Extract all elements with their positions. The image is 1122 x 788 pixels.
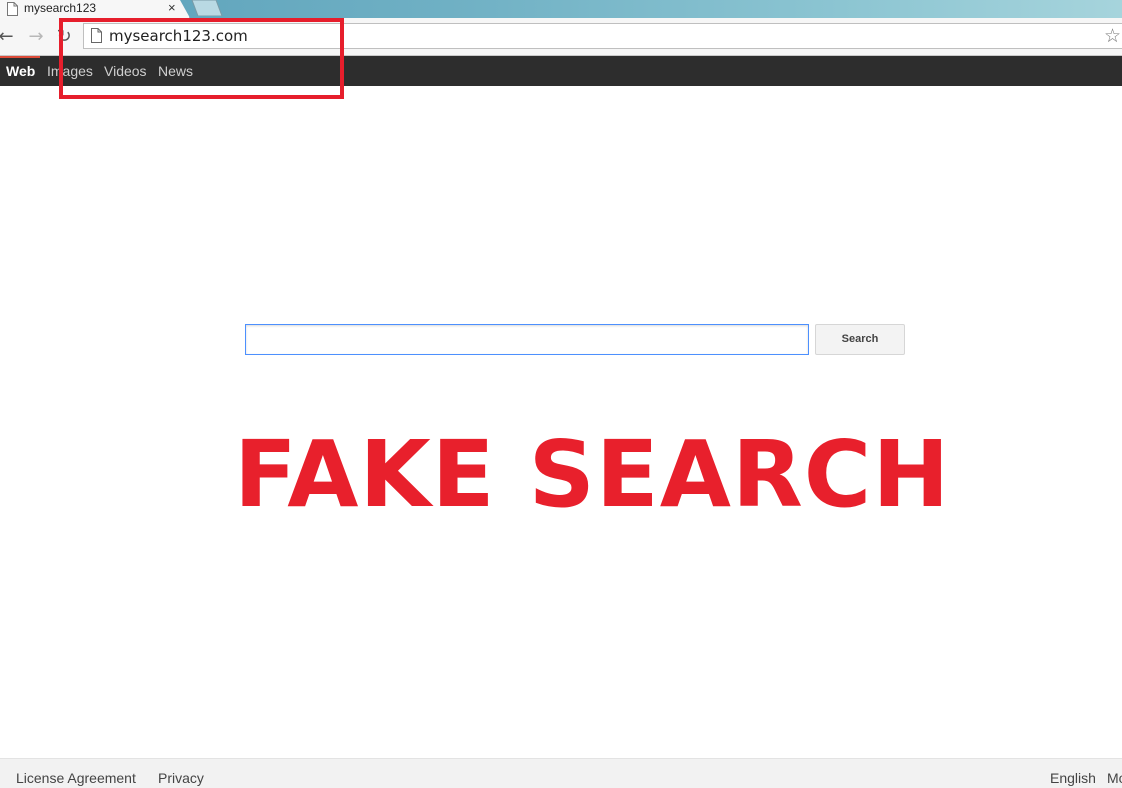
page-icon: [7, 2, 18, 16]
page-icon: [91, 28, 102, 43]
search-button[interactable]: Search: [815, 324, 905, 355]
address-bar-url: mysearch123.com: [109, 27, 248, 45]
nav-web[interactable]: Web: [6, 63, 35, 79]
tab-title: mysearch123: [24, 1, 97, 15]
address-bar[interactable]: mysearch123.com ☆: [83, 23, 1122, 49]
more-link[interactable]: Mo: [1107, 770, 1122, 786]
active-tab-indicator: [0, 56, 40, 58]
browser-toolbar: ← → ↻ mysearch123.com ☆: [0, 18, 1122, 56]
nav-videos[interactable]: Videos: [104, 63, 147, 79]
tab-strip: mysearch123 ×: [0, 0, 1122, 18]
nav-images[interactable]: Images: [47, 63, 93, 79]
fake-search-caption: FAKE SEARCH: [234, 421, 951, 528]
search-input[interactable]: [245, 324, 809, 355]
language-link[interactable]: English: [1050, 770, 1096, 786]
active-tab[interactable]: mysearch123 ×: [0, 0, 190, 18]
new-tab-button[interactable]: [190, 0, 224, 16]
search-category-bar: Web Images Videos News: [0, 56, 1122, 86]
privacy-link[interactable]: Privacy: [158, 770, 204, 786]
back-icon[interactable]: ←: [0, 27, 16, 47]
star-icon[interactable]: ☆: [1104, 25, 1121, 47]
close-icon[interactable]: ×: [168, 0, 176, 16]
nav-news[interactable]: News: [158, 63, 193, 79]
license-agreement-link[interactable]: License Agreement: [16, 770, 136, 786]
reload-icon[interactable]: ↻: [54, 27, 74, 47]
forward-icon[interactable]: →: [26, 27, 46, 47]
footer: License Agreement Privacy English Mo: [0, 758, 1122, 788]
